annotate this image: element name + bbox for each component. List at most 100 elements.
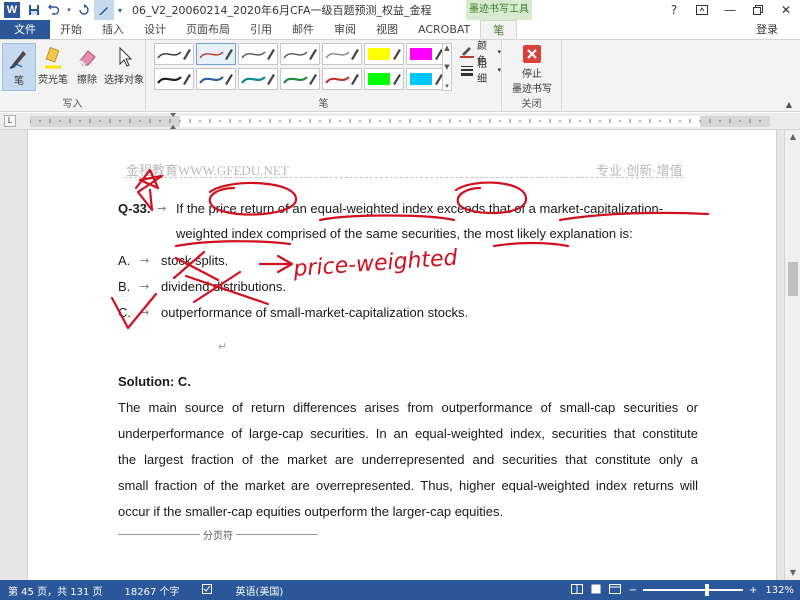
customize-icon[interactable]: ▾ [114, 0, 126, 20]
tab-stop-selector[interactable]: L [4, 115, 16, 127]
eraser-tool-button[interactable]: 擦除 [70, 43, 104, 91]
pen-preset-2-5[interactable] [322, 68, 362, 90]
pen-stroke-icon [241, 74, 275, 85]
tab-mailings[interactable]: 邮件 [282, 20, 324, 39]
zoom-slider[interactable] [643, 584, 744, 596]
solution-line-1: The main source of return differences ar… [118, 400, 698, 415]
gallery-more-icon[interactable]: ▾ [445, 82, 449, 90]
pen-gallery [154, 43, 449, 91]
ink-underline-weighted-index [174, 240, 292, 248]
word-app-icon[interactable]: W [4, 2, 20, 18]
ruler-scale [30, 113, 770, 129]
gallery-up-icon[interactable]: ▲ [444, 44, 449, 52]
pen-color-icon [460, 46, 474, 58]
pen-stroke-icon [157, 74, 191, 85]
pen-thickness-button[interactable]: 粗细 ▾ [460, 59, 501, 85]
close-group-label: 关闭 [521, 99, 542, 110]
save-icon[interactable] [24, 0, 44, 20]
pen-preset-1-4[interactable] [280, 43, 320, 65]
question-line-2: weighted index comprised of the same sec… [176, 226, 633, 241]
undo-dropdown-icon[interactable]: ▾ [64, 0, 74, 20]
pen-preset-1-6[interactable] [364, 43, 404, 65]
pen-preset-2-1[interactable] [154, 68, 194, 90]
close-icon[interactable]: ✕ [772, 0, 800, 20]
minimize-icon[interactable]: — [716, 0, 744, 20]
pen-stroke-icon [410, 48, 443, 60]
pen-preset-1-3[interactable] [238, 43, 278, 65]
ink-arrow [258, 254, 294, 274]
pen-preset-1-2[interactable] [196, 43, 236, 65]
print-layout-icon[interactable] [591, 584, 601, 597]
page-break-label: 分页符 [200, 527, 236, 542]
pen-tool-label: 笔 [14, 76, 24, 87]
pen-preset-2-7[interactable] [406, 68, 446, 90]
pen-preset-1-1[interactable] [154, 43, 194, 65]
tab-view[interactable]: 视图 [366, 20, 408, 39]
page-count[interactable]: 第 45 页，共 131 页 [8, 583, 103, 598]
pen-preset-2-2[interactable] [196, 68, 236, 90]
scroll-up-icon[interactable]: ▲ [785, 130, 800, 144]
chevron-down-icon: ▾ [497, 66, 501, 74]
highlighter-tool-button[interactable]: 荧光笔 [36, 43, 70, 91]
status-bar: 第 45 页，共 131 页 18267 个字 英语(美国) − + 132% [0, 580, 800, 600]
stop-inking-icon [521, 43, 543, 65]
stop-inking-button[interactable]: 停止 墨迹书写 [508, 43, 556, 95]
tab-file[interactable]: 文件 [0, 20, 50, 39]
pen-stroke-icon [157, 49, 191, 60]
pen-preset-1-5[interactable] [322, 43, 362, 65]
select-objects-button[interactable]: 选择对象 [104, 43, 144, 91]
tab-insert[interactable]: 插入 [92, 20, 134, 39]
gallery-down-icon[interactable]: ▼ [444, 63, 449, 71]
document-area[interactable]: 金程教育WWW.GFEDU.NET 专业·创新·增值 Q-33. → If th… [0, 130, 784, 580]
tab-design[interactable]: 设计 [134, 20, 176, 39]
pen-thickness-icon [460, 64, 474, 76]
document-page[interactable]: 金程教育WWW.GFEDU.NET 专业·创新·增值 Q-33. → If th… [28, 130, 776, 580]
pen-preset-1-7[interactable] [406, 43, 446, 65]
tab-review[interactable]: 审阅 [324, 20, 366, 39]
read-mode-icon[interactable] [570, 583, 583, 597]
zoom-in-icon[interactable]: + [749, 585, 757, 596]
write-group-label: 写入 [62, 99, 83, 110]
word-count[interactable]: 18267 个字 [125, 583, 180, 598]
tab-acrobat[interactable]: ACROBAT [408, 20, 480, 39]
help-icon[interactable]: ? [660, 0, 688, 20]
pen-stroke-icon [199, 49, 233, 60]
language[interactable]: 英语(美国) [236, 583, 284, 598]
answer-c-letter: C. [118, 305, 131, 320]
stop-inking-label-1: 停止 [522, 69, 542, 80]
tab-page-layout[interactable]: 页面布局 [176, 20, 240, 39]
select-objects-label: 选择对象 [104, 75, 144, 86]
solution-label: Solution: C. [118, 374, 191, 389]
collapse-ribbon-icon[interactable]: ▲ [786, 100, 792, 109]
zoom-level[interactable]: 132% [765, 585, 794, 596]
tab-home[interactable]: 开始 [50, 20, 92, 39]
zoom-controls: − + 132% [570, 580, 794, 600]
undo-icon[interactable] [44, 0, 64, 20]
pen-tool-button[interactable]: 笔 [2, 43, 36, 91]
restore-icon[interactable] [744, 0, 772, 20]
ribbon-display-icon[interactable] [688, 0, 716, 20]
pen-icon[interactable] [94, 0, 114, 20]
proofing-icon[interactable] [201, 583, 214, 597]
tab-references[interactable]: 引用 [240, 20, 282, 39]
answer-a-text: stock splits. [161, 253, 229, 268]
pen-preset-2-6[interactable] [364, 68, 404, 90]
web-layout-icon[interactable] [608, 583, 621, 597]
pen-preset-2-3[interactable] [238, 68, 278, 90]
horizontal-ruler[interactable]: L [0, 113, 800, 130]
paragraph-mark: ↵ [218, 340, 228, 353]
gallery-scroll[interactable]: ▲ ▼ ▾ [442, 43, 452, 91]
ink-underline-most-likely [492, 241, 570, 248]
header-divider [124, 177, 684, 178]
vertical-scrollbar[interactable]: ▲ ▼ [784, 130, 800, 580]
pen-preset-2-4[interactable] [280, 68, 320, 90]
sign-in-link[interactable]: 登录 [756, 20, 778, 40]
scroll-thumb[interactable] [788, 262, 798, 296]
answer-a-letter: A. [118, 253, 131, 268]
ink-tools-context-label: 墨迹书写工具 [466, 0, 532, 20]
redo-icon[interactable] [74, 0, 94, 20]
scroll-down-icon[interactable]: ▼ [785, 566, 800, 580]
pen-stroke-icon [368, 73, 401, 85]
zoom-slider-thumb[interactable] [705, 584, 710, 596]
zoom-out-icon[interactable]: − [629, 585, 637, 596]
